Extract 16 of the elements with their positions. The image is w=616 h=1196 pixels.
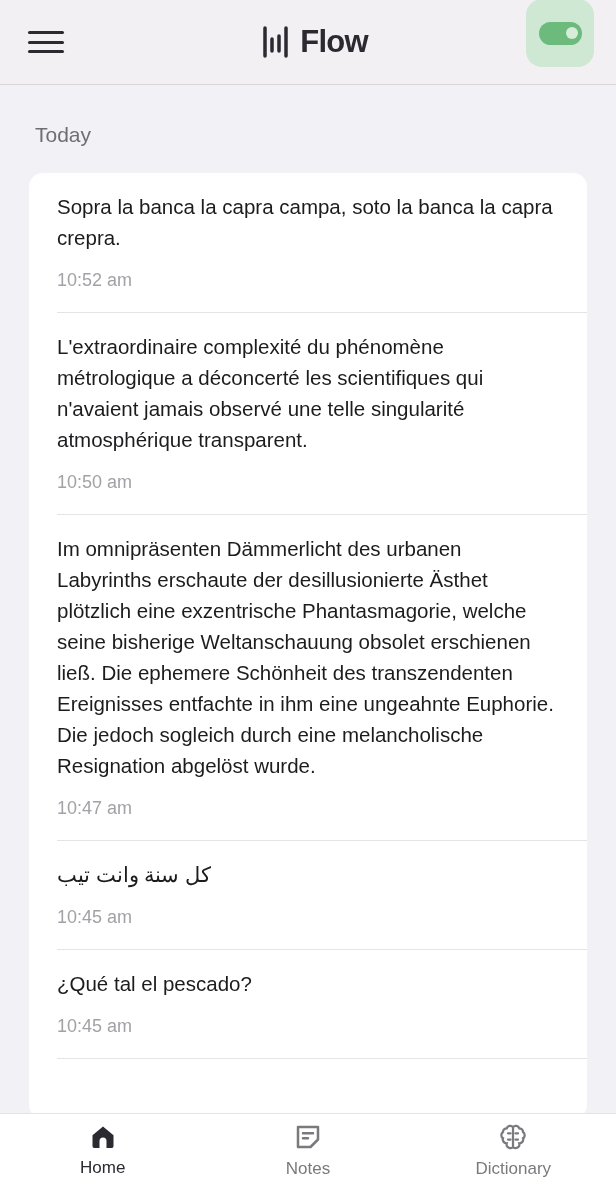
timestamp: 10:45 am bbox=[57, 905, 133, 929]
note-text: كل سنة وانت تيب bbox=[57, 861, 212, 890]
note-text: Sopra la banca la capra campa, soto la banca la capra crepra. bbox=[57, 193, 554, 251]
timestamp: 10:50 am bbox=[57, 470, 133, 494]
nav-tab[interactable]: Notes bbox=[205, 1114, 411, 1196]
timestamp: 10:52 am bbox=[57, 268, 133, 292]
app-logo-text: Flow bbox=[300, 22, 368, 61]
toggle-button[interactable] bbox=[526, 0, 594, 67]
section-title: Today bbox=[34, 122, 93, 148]
timestamp: 10:47 am bbox=[57, 796, 133, 820]
nav-tab[interactable]: Dictionary bbox=[410, 1114, 616, 1196]
note-text: Im omnipräsenten Dämmerlicht des urbanen Labyrinths erschaute der desillusionierte Ästhet plötzlich eine exzentrische Phantasmagorie, welche seine bisherige Weltanschauung obsolet erschienen ließ. Die ephemere Schönheit des transzendenten Ereignisses entfachte in ihm eine ungeahnte Euphorie. Die jedoch sogleich durch eine melancholische Resignation abgelöst wurde. bbox=[57, 535, 555, 779]
note-text: L'extraordinaire complexité du phénomène métrologique a déconcerté les scientifiques qui n'avaient jamais observé une telle singularité atmosphérique transparent. bbox=[57, 333, 485, 453]
nav-tab[interactable]: Home bbox=[0, 1114, 206, 1196]
timestamp: 10:45 am bbox=[57, 1014, 133, 1038]
note-text: ¿Qué tal el pescado? bbox=[57, 970, 252, 997]
